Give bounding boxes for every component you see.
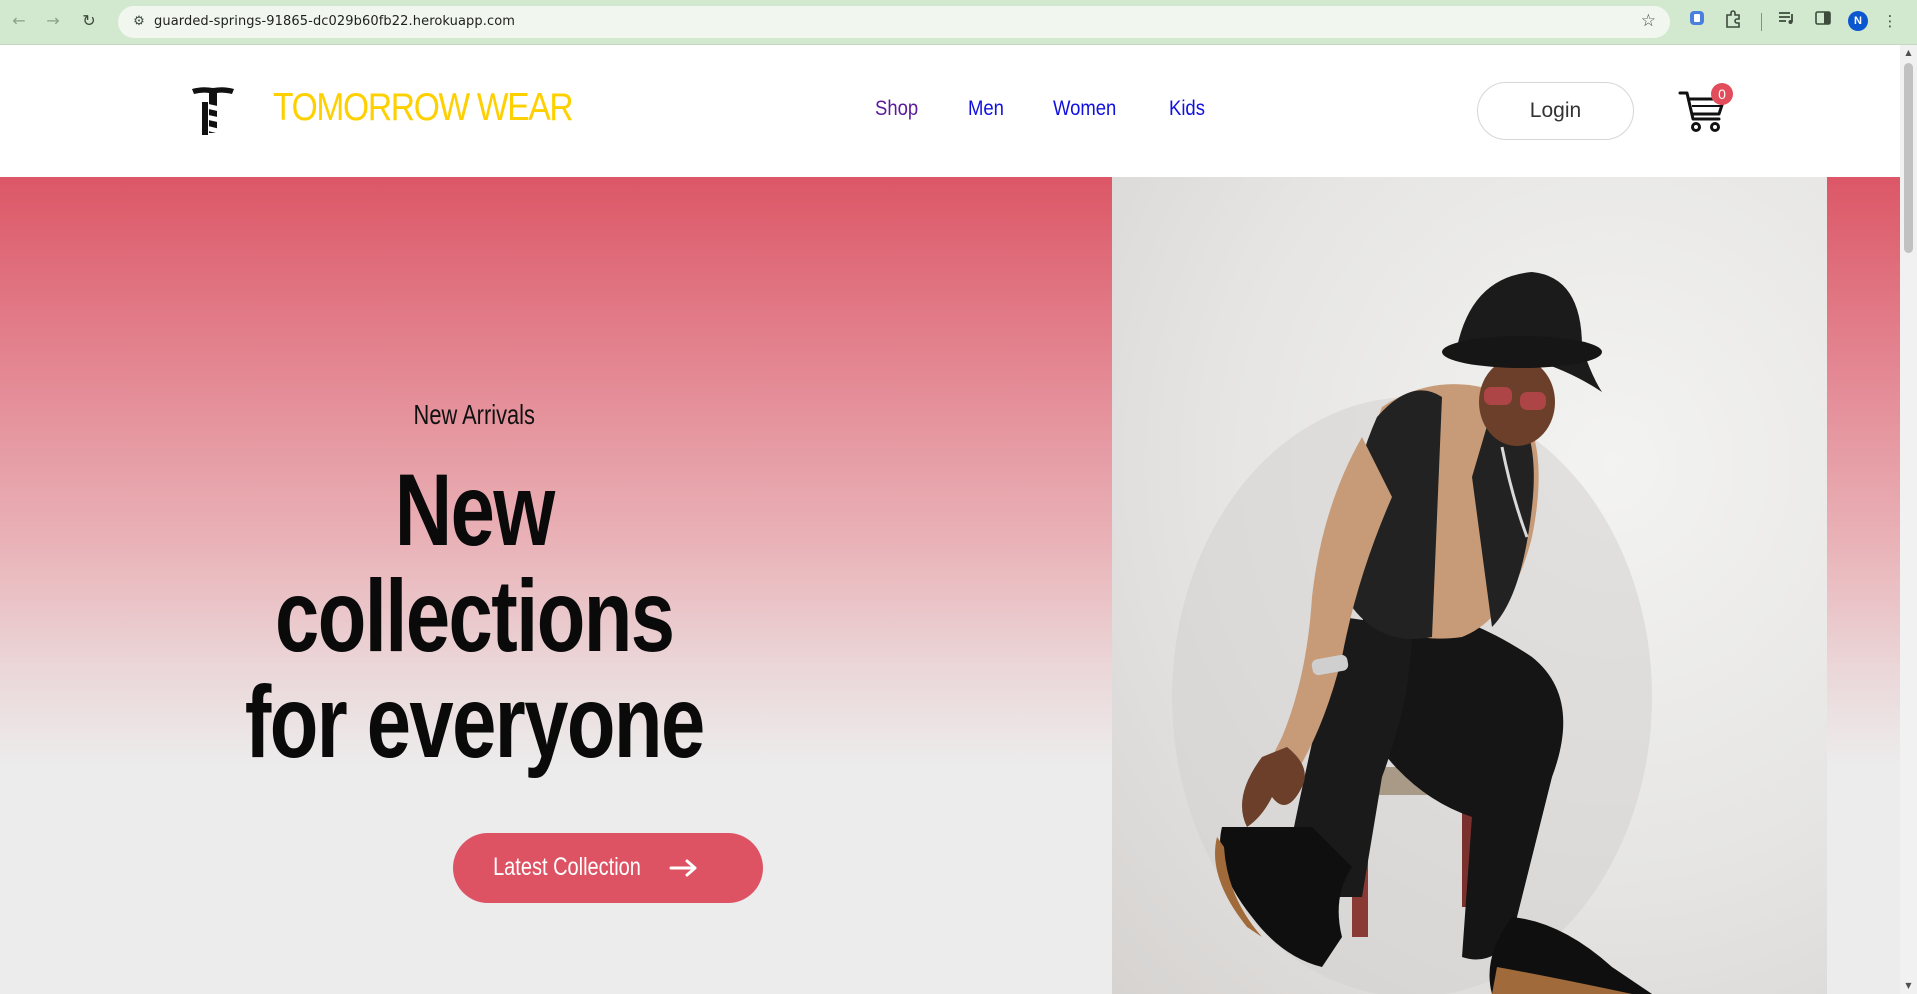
cart-count-badge: 0 [1711, 83, 1733, 105]
model-illustration [1172, 272, 1652, 994]
extension-icon[interactable] [1686, 10, 1708, 32]
arrow-right-icon [669, 859, 697, 877]
hero-model-photo [1112, 177, 1827, 994]
page-scrollbar[interactable]: ▲ ▼ [1900, 45, 1917, 994]
hero-kicker: New Arrivals [413, 399, 535, 430]
hero-headline: New collections for everyone [0, 457, 948, 775]
site-info-icon[interactable]: ⚙ [130, 13, 148, 31]
bookmark-star-icon[interactable]: ☆ [1641, 11, 1656, 31]
browser-toolbar: ← → ↻ ⚙ guarded-springs-91865-dc029b60fb… [0, 0, 1917, 45]
hero-headline-line: collections [275, 559, 675, 673]
scroll-up-arrow-icon[interactable]: ▲ [1903, 48, 1914, 57]
brand-name[interactable]: TOMORROW WEAR [273, 86, 574, 130]
toolbar-divider [1761, 13, 1762, 31]
scroll-down-arrow-icon[interactable]: ▼ [1903, 981, 1914, 990]
site-header: TOMORROW WEAR Shop Men Women Kids Login … [0, 45, 1900, 177]
scroll-thumb[interactable] [1904, 63, 1913, 253]
nav-link-shop[interactable]: Shop [875, 97, 918, 121]
latest-collection-label: Latest Collection [493, 853, 641, 881]
login-button[interactable]: Login [1477, 82, 1634, 140]
hero-headline-line: New [394, 453, 555, 567]
profile-avatar[interactable]: N [1848, 11, 1868, 31]
side-panel-icon[interactable] [1812, 10, 1834, 32]
hero-headline-line: for everyone [244, 665, 705, 779]
main-nav: Shop Men Women Kids [875, 97, 1254, 121]
logo-icon[interactable] [190, 85, 236, 137]
reload-button[interactable]: ↻ [78, 10, 100, 32]
media-queue-icon[interactable] [1776, 10, 1798, 32]
nav-link-kids[interactable]: Kids [1169, 97, 1205, 121]
hero-section: New Arrivals New collections for everyon… [0, 177, 1900, 994]
nav-link-men[interactable]: Men [968, 97, 1004, 121]
nav-link-women[interactable]: Women [1053, 97, 1116, 121]
puzzle-icon[interactable] [1722, 10, 1744, 32]
forward-button[interactable]: → [42, 10, 64, 32]
hero-text-block: New Arrivals New collections for everyon… [0, 177, 1112, 994]
address-bar[interactable]: ⚙ guarded-springs-91865-dc029b60fb22.her… [118, 6, 1670, 38]
kebab-menu-icon[interactable]: ⋮ [1879, 10, 1901, 32]
latest-collection-button[interactable]: Latest Collection [453, 833, 763, 903]
back-button[interactable]: ← [8, 10, 30, 32]
url-text[interactable]: guarded-springs-91865-dc029b60fb22.herok… [154, 14, 515, 29]
